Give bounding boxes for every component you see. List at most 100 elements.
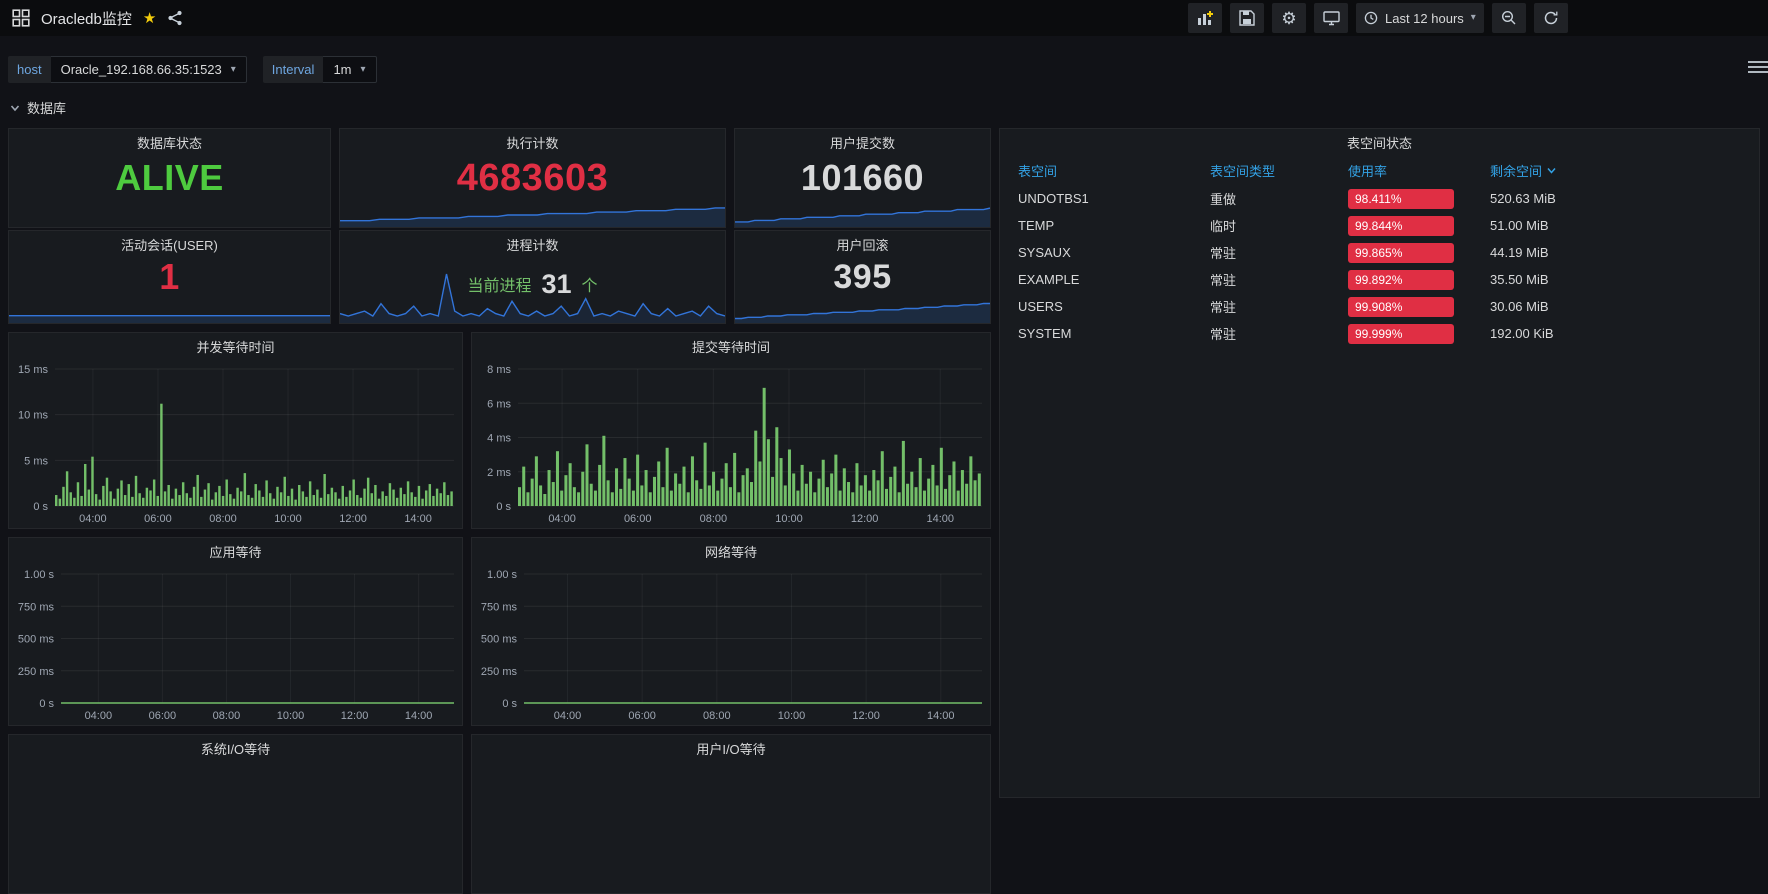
tablespace-table-body: UNDOTBS1 重做 98.411% 520.63 MiB TEMP 临时 99.844%… [1000,185,1759,347]
panel-title[interactable]: 用户回滚 [735,231,990,257]
panel-title[interactable]: 表空间状态 [1000,129,1759,155]
tablespace-type: 常驻 [1210,273,1237,288]
column-header-free[interactable]: 剩余空间 [1490,161,1741,180]
process-count-label: 当前进程 [467,278,532,295]
zoom-out-button[interactable] [1491,3,1526,33]
svg-text:4 ms: 4 ms [487,433,511,445]
tablespace-type: 常驻 [1210,300,1237,315]
svg-text:0 s: 0 s [496,501,511,513]
submenu: host Oracle_192.168.66.35:1523 ▾ Interva… [8,56,377,83]
svg-text:12:00: 12:00 [851,513,879,525]
refresh-button[interactable] [1533,3,1568,33]
sparkline [735,297,990,323]
process-count-value: 31 [541,268,572,299]
tablespace-name: TEMP [1018,218,1055,233]
stat-value: 395 [833,257,892,296]
panel-title[interactable]: 用户I/O等待 [472,735,990,761]
svg-text:04:00: 04:00 [548,513,576,525]
refresh-icon [1544,11,1558,25]
svg-text:06:00: 06:00 [144,513,172,525]
svg-text:12:00: 12:00 [852,710,880,722]
cycle-view-button[interactable] [1314,3,1348,33]
svg-text:06:00: 06:00 [624,513,652,525]
time-picker-button[interactable]: Last 12 hours ▾ [1356,3,1484,33]
svg-text:08:00: 08:00 [700,513,728,525]
svg-text:1.00 s: 1.00 s [487,569,517,581]
tablespace-type: 常驻 [1210,327,1237,342]
tablespace-type: 常驻 [1210,246,1237,261]
tablespace-name: EXAMPLE [1018,272,1080,287]
tablespace-name: USERS [1018,299,1063,314]
chevron-down-icon [10,104,20,111]
star-icon[interactable]: ★ [143,11,156,26]
panel-commit-wait: 提交等待时间 0 s 2 ms 4 ms 6 ms 8 ms 04:00 06:00 08:0… [471,332,991,529]
panel-active-sessions: 活动会话(USER) 1 [8,230,331,324]
column-header-usage[interactable]: 使用率 [1348,161,1490,180]
column-header-tablespace[interactable]: 表空间 [1018,161,1210,180]
zoom-out-icon [1501,10,1516,25]
column-header-type[interactable]: 表空间类型 [1210,161,1348,180]
svg-text:500 ms: 500 ms [481,634,518,646]
panel-user-io-wait: 用户I/O等待 [471,734,991,894]
panel-title[interactable]: 提交等待时间 [472,333,990,359]
svg-text:10 ms: 10 ms [18,410,48,422]
panel-title[interactable]: 应用等待 [9,538,462,564]
svg-text:0 s: 0 s [502,698,517,710]
sparkline [9,301,330,323]
row-header-database[interactable]: 数据库 [10,98,66,117]
stat-value: 4683603 [456,156,609,199]
add-panel-button[interactable] [1188,3,1222,33]
stat-value: ALIVE [115,157,224,198]
panel-title[interactable]: 进程计数 [340,231,725,257]
table-row: TEMP 临时 99.844% 51.00 MiB [1000,212,1759,239]
sparkline [735,201,990,227]
panel-title[interactable]: 活动会话(USER) [9,231,330,257]
variable-label: Interval [262,56,324,83]
svg-text:250 ms: 250 ms [481,666,518,678]
commit-wait-chart[interactable]: 0 s 2 ms 4 ms 6 ms 8 ms 04:00 06:00 08:00 10:00 1… [472,359,990,528]
save-dashboard-button[interactable] [1230,3,1264,33]
free-space: 520.63 MiB [1490,191,1556,206]
free-space: 30.06 MiB [1490,299,1549,314]
variable-value: 1m [333,62,352,77]
svg-text:06:00: 06:00 [149,710,177,722]
variable-interval-dropdown[interactable]: Interval 1m ▾ [262,56,377,83]
svg-text:08:00: 08:00 [703,710,731,722]
svg-text:04:00: 04:00 [85,710,113,722]
apps-grid-icon[interactable] [12,9,30,27]
svg-text:04:00: 04:00 [554,710,582,722]
table-row: SYSAUX 常驻 99.865% 44.19 MiB [1000,239,1759,266]
panel-title[interactable]: 并发等待时间 [9,333,462,359]
svg-text:14:00: 14:00 [927,710,955,722]
panel-user-commits: 用户提交数 101660 [734,128,991,228]
svg-text:10:00: 10:00 [274,513,302,525]
share-icon[interactable] [167,10,183,26]
panel-title[interactable]: 网络等待 [472,538,990,564]
svg-text:5 ms: 5 ms [24,455,48,467]
variable-host-dropdown[interactable]: host Oracle_192.168.66.35:1523 ▾ [8,56,247,83]
table-row: SYSTEM 常驻 99.999% 192.00 KiB [1000,320,1759,347]
panel-title[interactable]: 数据库状态 [9,129,330,155]
svg-text:14:00: 14:00 [405,710,433,722]
panel-tablespace-status: 表空间状态 表空间 表空间类型 使用率 剩余空间 UNDOTBS1 重做 98.41… [999,128,1760,798]
app-wait-chart[interactable]: 0 s 250 ms 500 ms 750 ms 1.00 s 04:00 06:00 08:… [9,564,462,725]
dashboard-settings-button[interactable]: ⚙ [1272,3,1306,33]
panel-exec-count: 执行计数 4683603 [339,128,726,228]
panel-title[interactable]: 执行计数 [340,129,725,155]
panel-title[interactable]: 用户提交数 [735,129,990,155]
panel-process-count: 进程计数 当前进程 31 个 [339,230,726,324]
panel-title[interactable]: 系统I/O等待 [9,735,462,761]
net-wait-chart[interactable]: 0 s 250 ms 500 ms 750 ms 1.00 s 04:00 06:00 08:… [472,564,990,725]
svg-text:750 ms: 750 ms [18,601,55,613]
usage-badge: 99.999% [1348,323,1454,344]
chevron-down-icon: ▾ [1470,12,1476,23]
navbar: Oracledb监控 ★ ⚙ Last 12 hours ▾ [0,0,1768,36]
concurrent-wait-chart[interactable]: 0 s 5 ms 10 ms 15 ms 04:00 06:00 08:00 10:00 12:… [9,359,462,528]
svg-text:250 ms: 250 ms [18,666,55,678]
variable-value: Oracle_192.168.66.35:1523 [60,62,222,77]
svg-text:10:00: 10:00 [277,710,305,722]
add-panel-icon [1198,11,1213,25]
panel-net-wait: 网络等待 0 s 250 ms 500 ms 750 ms 1.00 s 04:00 06:… [471,537,991,726]
svg-text:10:00: 10:00 [775,513,803,525]
menu-icon[interactable] [1748,60,1768,74]
